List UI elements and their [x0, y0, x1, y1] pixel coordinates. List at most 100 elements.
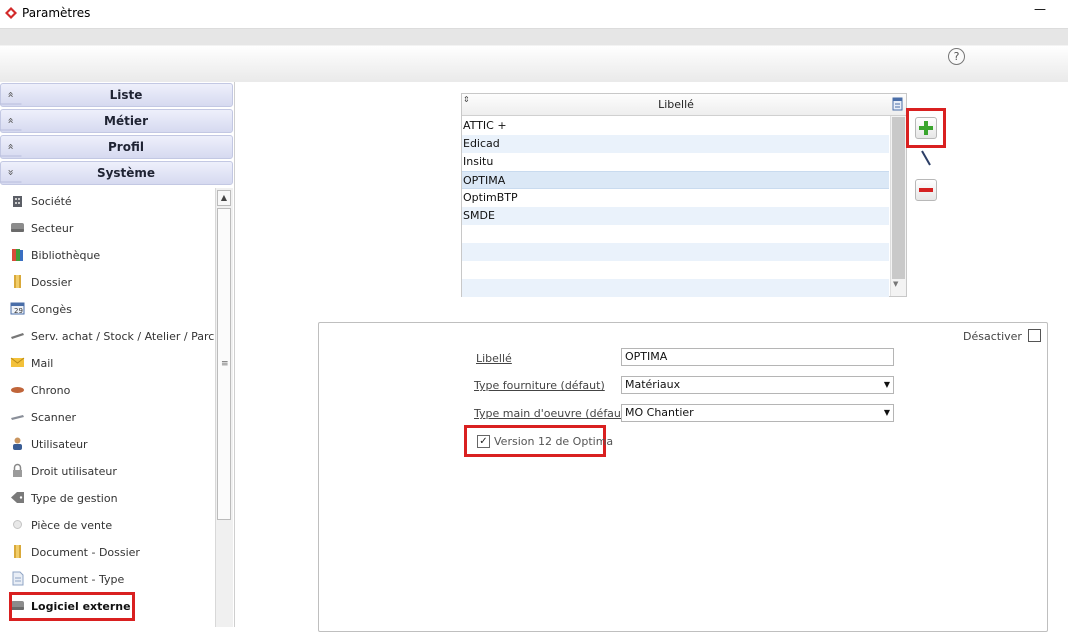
grid-scrollbar[interactable]: ▼	[890, 116, 906, 296]
grid-row[interactable]: OptimBTP	[462, 189, 889, 207]
selected-value: MO Chantier	[625, 406, 694, 419]
nav-item-label: Type de gestion	[31, 492, 118, 505]
accordion-label: Système	[96, 166, 156, 180]
nav-item-label: Bibliothèque	[31, 249, 101, 262]
accordion-label: Profil	[108, 140, 144, 154]
navigation-panel: « Liste « Métier « Profil » Système Soci…	[0, 82, 235, 627]
column-config-icon[interactable]	[892, 97, 903, 111]
selected-value: Matériaux	[625, 378, 681, 391]
calendar-icon: 29	[10, 302, 25, 315]
nav-item-secteur[interactable]: Secteur	[0, 215, 214, 242]
svg-text:29: 29	[14, 307, 23, 315]
version12-highlight: ✓ Version 12 de Optima	[464, 425, 613, 457]
toolbar: ?	[0, 28, 1068, 82]
nav-item-piece-vente[interactable]: Pièce de vente	[0, 512, 214, 539]
accordion-profil[interactable]: « Profil	[0, 135, 233, 159]
nav-item-label: Secteur	[31, 222, 74, 235]
version12-label[interactable]: Version 12 de Optima	[494, 435, 613, 448]
help-icon[interactable]: ?	[948, 48, 965, 65]
grid-row[interactable]: Edicad	[462, 135, 889, 153]
window-title: Paramètres	[22, 6, 91, 20]
nav-item-label: Droit utilisateur	[31, 465, 117, 478]
grid-row[interactable]: SMDE	[462, 207, 889, 225]
dropdown-arrow-icon[interactable]: ▼	[884, 377, 890, 393]
app-logo-icon	[5, 7, 17, 19]
scroll-thumb[interactable]	[892, 117, 905, 279]
nav-item-label: Congès	[31, 303, 72, 316]
disable-checkbox[interactable]	[1028, 329, 1041, 342]
nav-item-label: Mail	[31, 357, 54, 370]
nav-item-label: Serv. achat / Stock / Atelier / Parc	[31, 330, 215, 343]
accordion-metier[interactable]: « Métier	[0, 109, 233, 133]
main-content: ⇕ Libellé ATTIC + Edicad Insitu OPTIMA O…	[236, 82, 1068, 632]
type-main-oeuvre-select[interactable]: MO Chantier ▼	[621, 404, 894, 422]
nav-item-scanner[interactable]: Scanner	[0, 404, 214, 431]
building-icon	[13, 196, 22, 207]
nav-item-document-type[interactable]: Document - Type	[0, 566, 214, 593]
scroll-down-icon[interactable]: ▼	[893, 280, 898, 288]
nav-item-mail[interactable]: Mail	[0, 350, 214, 377]
scroll-thumb[interactable]: ≡	[217, 208, 231, 520]
nav-scrollbar[interactable]: ▲ ≡	[215, 188, 233, 627]
accordion-liste[interactable]: « Liste	[0, 83, 233, 107]
coin-icon	[13, 520, 22, 529]
nav-item-label: Société	[31, 195, 72, 208]
active-item-highlight	[9, 592, 135, 621]
nav-item-label: Document - Type	[31, 573, 125, 586]
column-header-libelle[interactable]: Libellé	[462, 94, 890, 116]
remove-button[interactable]	[915, 179, 937, 201]
accordion-label: Liste	[109, 88, 143, 102]
tools-icon	[11, 333, 24, 339]
user-icon	[13, 437, 22, 450]
scanner-icon	[11, 415, 24, 420]
nav-item-label: Utilisateur	[31, 438, 88, 451]
libelle-input[interactable]: OPTIMA	[621, 348, 894, 366]
minimize-button[interactable]: —	[1033, 2, 1047, 18]
collapse-icon: «	[0, 85, 22, 105]
scroll-up-icon[interactable]: ▲	[217, 190, 231, 206]
accordion-systeme[interactable]: » Système	[0, 161, 233, 185]
chrono-icon	[11, 387, 24, 393]
expand-icon: »	[0, 163, 22, 183]
edit-button[interactable]	[915, 148, 937, 170]
nav-item-droit-utilisateur[interactable]: Droit utilisateur	[0, 458, 214, 485]
grid-row[interactable]	[462, 225, 889, 243]
tag-icon	[11, 492, 24, 503]
add-button-highlight	[906, 108, 946, 148]
version12-checkbox[interactable]: ✓	[477, 435, 490, 448]
envelope-icon	[10, 357, 25, 367]
minus-icon	[919, 188, 933, 192]
nav-item-label: Scanner	[31, 411, 77, 424]
systeme-item-list: Société Secteur Bibliothèque Dossier 29 …	[0, 188, 233, 627]
title-bar: Paramètres —	[0, 0, 1068, 28]
nav-item-serv-achat[interactable]: Serv. achat / Stock / Atelier / Parc	[0, 323, 214, 350]
grid-row[interactable]	[462, 261, 889, 279]
nav-item-label: Chrono	[31, 384, 71, 397]
dropdown-arrow-icon[interactable]: ▼	[884, 405, 890, 421]
type-fourniture-select[interactable]: Matériaux ▼	[621, 376, 894, 394]
grid-header: ⇕ Libellé	[462, 94, 906, 116]
nav-item-label: Document - Dossier	[31, 546, 140, 559]
nav-item-dossier[interactable]: Dossier	[0, 269, 214, 296]
grid-row[interactable]: ATTIC +	[462, 117, 889, 135]
pencil-icon	[921, 150, 931, 166]
nav-item-societe[interactable]: Société	[0, 188, 214, 215]
nav-item-label: Pièce de vente	[31, 519, 113, 532]
grid-row[interactable]	[462, 279, 889, 297]
nav-item-document-dossier[interactable]: Document - Dossier	[0, 539, 214, 566]
nav-item-label: Dossier	[31, 276, 73, 289]
libelle-label: Libellé	[476, 352, 512, 365]
nav-item-chrono[interactable]: Chrono	[0, 377, 214, 404]
grid-row[interactable]	[462, 243, 889, 261]
nav-item-utilisateur[interactable]: Utilisateur	[0, 431, 214, 458]
nav-item-type-gestion[interactable]: Type de gestion	[0, 485, 214, 512]
books-icon	[12, 249, 23, 261]
type-fourniture-label: Type fourniture (défaut)	[474, 379, 605, 392]
nav-item-conges[interactable]: 29 Congès	[0, 296, 214, 323]
grid-row-selected[interactable]: OPTIMA	[462, 171, 889, 189]
folder-icon	[14, 545, 21, 558]
type-main-oeuvre-label: Type main d'oeuvre (défaut)	[474, 407, 630, 420]
nav-item-bibliotheque[interactable]: Bibliothèque	[0, 242, 214, 269]
grid-row[interactable]: Insitu	[462, 153, 889, 171]
document-icon	[12, 571, 24, 586]
